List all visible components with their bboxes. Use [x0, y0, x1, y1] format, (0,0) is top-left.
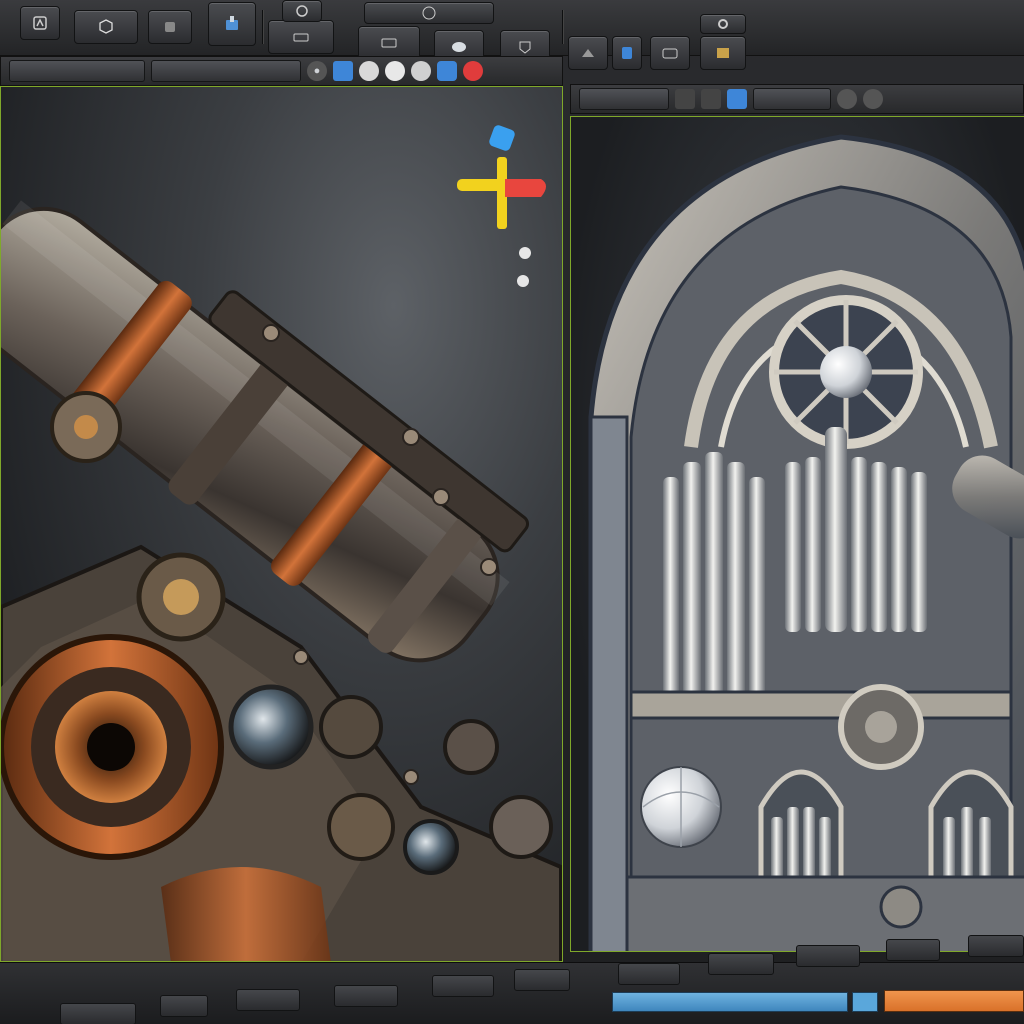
wire-mode-icon[interactable]	[437, 61, 457, 81]
tools-icon	[296, 5, 308, 17]
timeline-progress-bar[interactable]	[612, 992, 848, 1012]
gizmo-x-axis-right[interactable]	[505, 179, 546, 197]
export-button[interactable]	[700, 36, 746, 70]
gothic-organ-render	[588, 134, 1024, 951]
left-view-mode-tab[interactable]	[151, 60, 301, 82]
bolt-icon	[622, 47, 632, 59]
bottom-tab-7[interactable]	[618, 963, 680, 985]
bottom-tab-8[interactable]	[708, 953, 774, 975]
select-icon[interactable]	[727, 89, 747, 109]
gizmo-dot-1[interactable]	[519, 247, 531, 259]
timeline-marker[interactable]	[852, 992, 878, 1012]
snapshot-icon	[293, 33, 309, 42]
snap-icon[interactable]	[701, 89, 721, 109]
frame-icon	[381, 38, 397, 48]
camera-icon	[662, 48, 678, 59]
bottom-tab-1[interactable]	[60, 1003, 136, 1024]
shield-icon	[519, 41, 531, 54]
transform-gizmo[interactable]	[1, 87, 563, 962]
main-toolbar	[0, 0, 1024, 70]
gizmo-x-axis-left[interactable]	[457, 179, 505, 191]
menu-strip[interactable]	[364, 2, 494, 24]
cube-icon	[99, 19, 113, 34]
grid-icon[interactable]	[675, 89, 695, 109]
tools-button[interactable]	[282, 0, 322, 22]
gear-icon[interactable]	[837, 89, 857, 109]
hand-icon	[33, 16, 47, 30]
record-icon[interactable]	[463, 61, 483, 81]
gear-icon[interactable]	[359, 61, 379, 81]
box-icon	[717, 48, 729, 58]
sphere-icon	[452, 42, 466, 52]
render-status-bar[interactable]	[884, 990, 1024, 1012]
hand-tool-button[interactable]	[20, 6, 60, 40]
mode-button-1[interactable]	[74, 10, 138, 44]
bottom-tab-11[interactable]	[968, 935, 1024, 957]
cube-icon[interactable]	[863, 89, 883, 109]
gizmo-z-handle[interactable]	[488, 124, 516, 152]
bottom-tab-10[interactable]	[886, 939, 940, 961]
mode-button-2[interactable]	[148, 10, 192, 44]
left-viewport-header: ●	[0, 56, 563, 86]
shading-icon[interactable]	[411, 61, 431, 81]
dots-icon	[165, 22, 175, 32]
left-view-tab[interactable]	[9, 60, 145, 82]
bottom-tab-4[interactable]	[334, 985, 398, 1007]
globe-icon	[422, 6, 436, 20]
select-mode-icon[interactable]	[333, 61, 353, 81]
left-viewport[interactable]	[0, 86, 563, 962]
paint-icon	[226, 16, 238, 30]
layers-icon[interactable]	[385, 61, 405, 81]
camera-button[interactable]	[650, 36, 690, 70]
settings-button[interactable]	[700, 14, 746, 34]
right-view-mode-tab[interactable]	[753, 88, 831, 110]
gear-icon	[718, 19, 728, 29]
bottom-tab-2[interactable]	[160, 995, 208, 1017]
3d-modeling-app: ●	[0, 0, 1024, 1024]
render-button[interactable]	[358, 26, 420, 60]
snapshot-button[interactable]	[268, 20, 334, 54]
right-viewport[interactable]	[570, 116, 1024, 952]
paint-tool-button[interactable]	[208, 2, 256, 46]
scene-button[interactable]	[568, 36, 608, 70]
bottom-tab-6[interactable]	[514, 969, 570, 991]
right-viewport-header	[570, 84, 1024, 114]
right-view-tab[interactable]	[579, 88, 669, 110]
bottom-tab-5[interactable]	[432, 975, 494, 997]
gizmo-dot-2[interactable]	[517, 275, 529, 287]
scene-icon	[582, 49, 594, 57]
light-button[interactable]	[612, 36, 642, 70]
bottom-tab-3[interactable]	[236, 989, 300, 1011]
target-icon[interactable]: ●	[307, 61, 327, 81]
bottom-tab-9[interactable]	[796, 945, 860, 967]
